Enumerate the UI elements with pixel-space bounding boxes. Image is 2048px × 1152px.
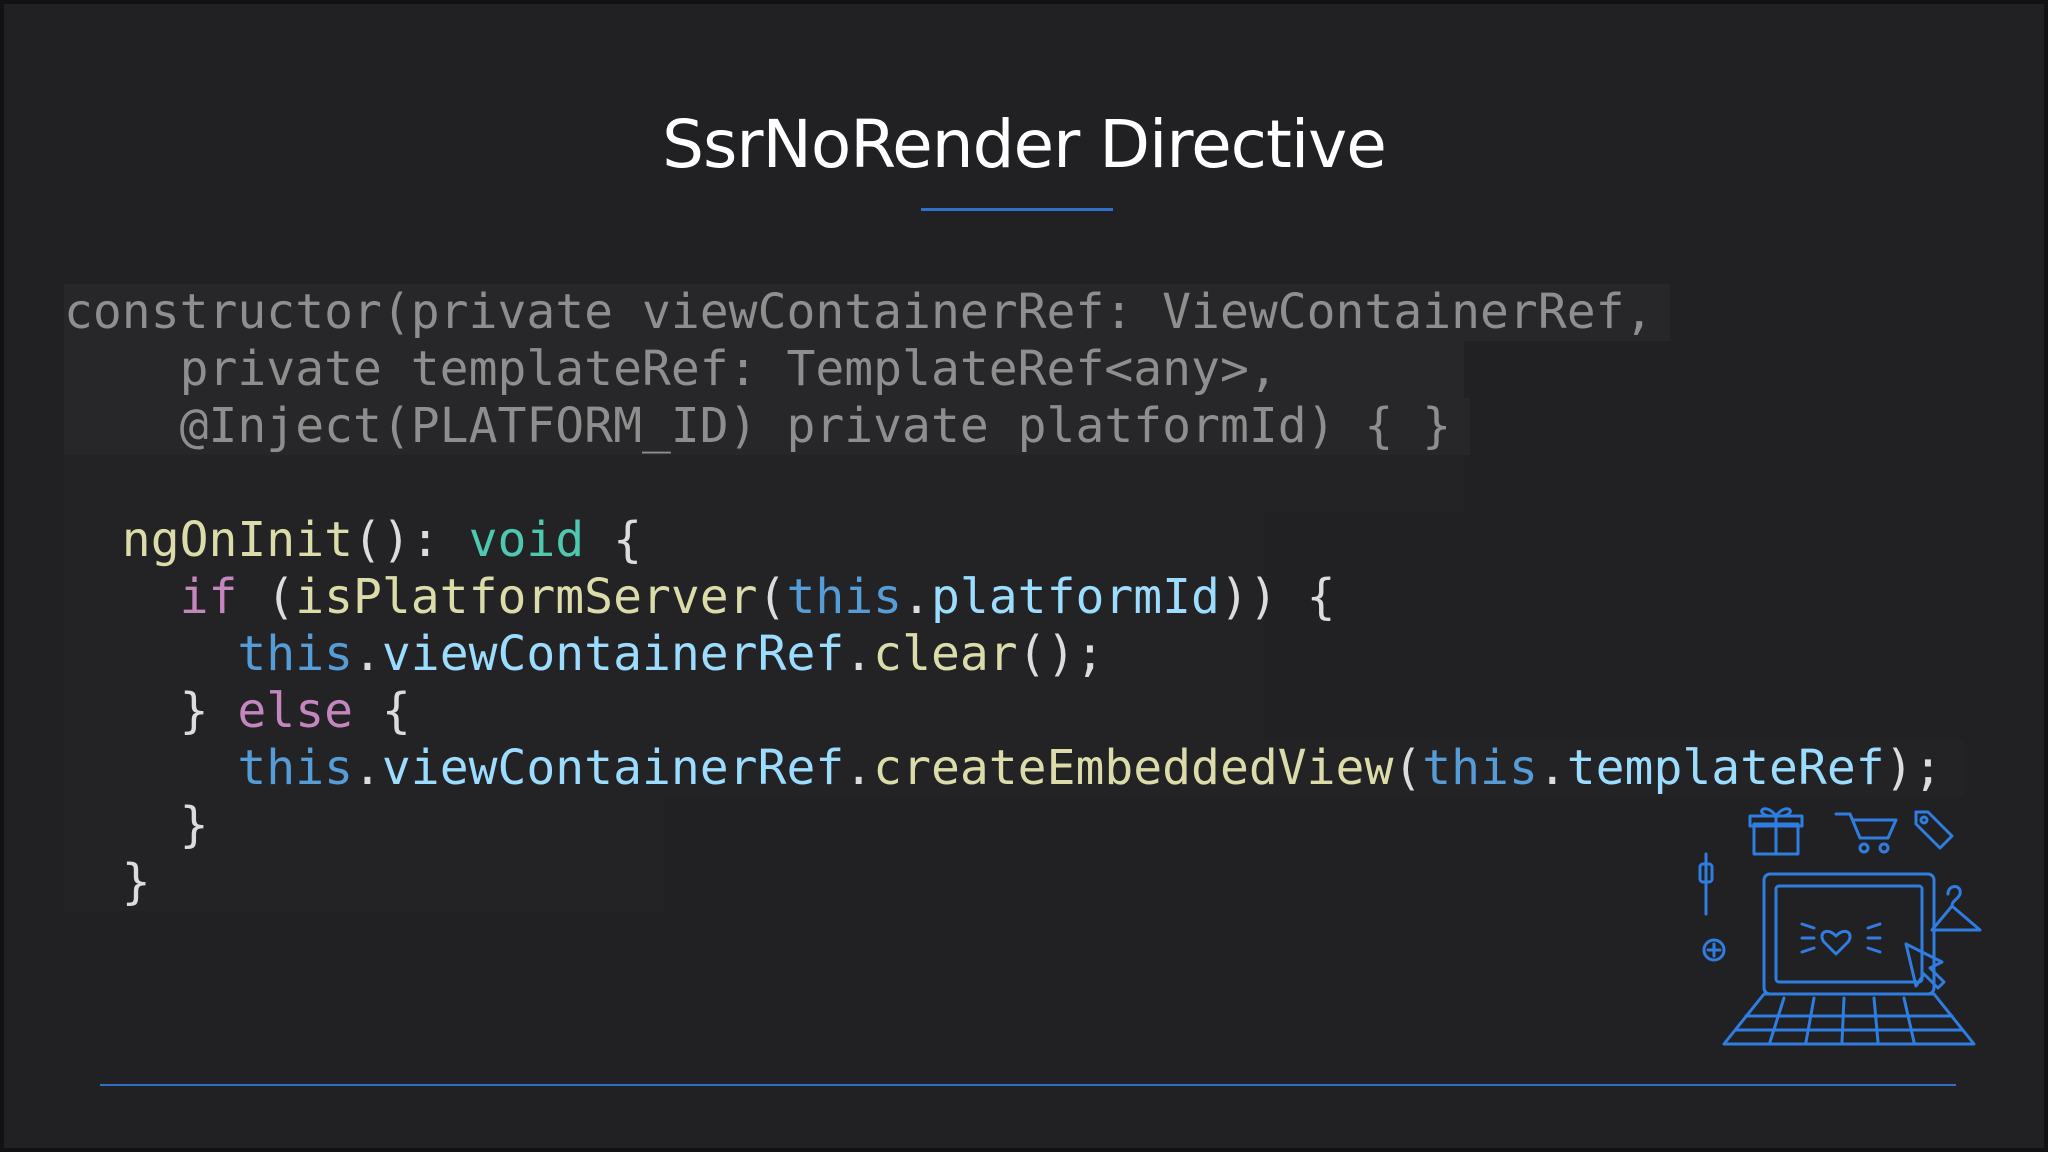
code-line-close-outer: }: [64, 854, 664, 911]
keyword-token: if: [179, 569, 238, 625]
prop-token: viewContainerRef: [381, 740, 845, 796]
code-line-else: } else {: [64, 683, 1264, 740]
this-token: this: [237, 740, 353, 796]
code-line-ngoninit: ngOnInit(): void {: [64, 512, 1264, 569]
fn-token: ngOnInit: [121, 512, 353, 568]
fn-token: clear: [873, 626, 1018, 682]
prop-token: platformId: [930, 569, 1220, 625]
code-block: constructor(private viewContainerRef: Vi…: [64, 284, 1964, 924]
code-line-create-view: this.viewContainerRef.createEmbeddedView…: [64, 740, 1964, 797]
code-line-blank: [64, 455, 1464, 512]
this-token: this: [786, 569, 903, 625]
code-line-close-inner: }: [64, 797, 664, 854]
fn-token: isPlatformServer: [295, 569, 758, 625]
code-line-constructor: constructor(private viewContainerRef: Vi…: [64, 284, 1670, 341]
code-line-clear: this.viewContainerRef.clear();: [64, 626, 1264, 683]
type-token: void: [468, 512, 585, 568]
code-line-inject: @Inject(PLATFORM_ID) private platformId)…: [64, 398, 1470, 455]
slide-title: SsrNoRender Directive: [662, 106, 1387, 183]
fn-token: createEmbeddedView: [873, 740, 1394, 796]
title-underline: [921, 208, 1113, 211]
this-token: this: [1422, 740, 1538, 796]
prop-token: templateRef: [1566, 740, 1885, 796]
laptop-shopping-icon: [1698, 807, 1982, 1046]
this-token: this: [237, 626, 353, 682]
code-line-if: if (isPlatformServer(this.platformId)) {: [64, 569, 1336, 626]
code-line-template-ref: private templateRef: TemplateRef<any>,: [64, 341, 1464, 398]
prop-token: viewContainerRef: [381, 626, 845, 682]
bottom-rule: [100, 1084, 1956, 1086]
slide: SsrNoRender Directive constructor(privat…: [4, 4, 2044, 1148]
keyword-token: else: [237, 683, 353, 739]
